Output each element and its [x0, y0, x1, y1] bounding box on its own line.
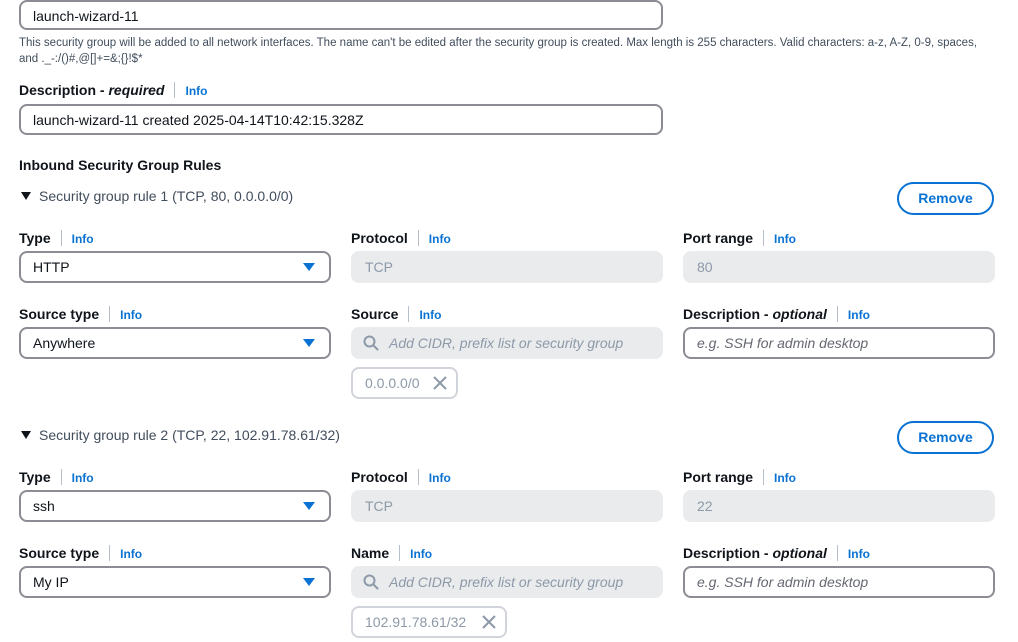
search-icon — [363, 574, 379, 590]
description-label-text: Description - — [19, 82, 109, 98]
description-input[interactable]: launch-wizard-11 created 2025-04-14T10:4… — [19, 104, 663, 135]
port-range-field: 22 — [683, 490, 995, 522]
source-type-select[interactable]: My IP — [19, 566, 331, 598]
divider — [417, 469, 419, 486]
divider — [408, 306, 410, 323]
caret-down-icon — [303, 339, 315, 347]
required-marker: required — [108, 82, 165, 98]
divider — [109, 545, 111, 562]
source-search-placeholder: Add CIDR, prefix list or security group — [389, 335, 624, 351]
info-link[interactable]: Info — [120, 547, 142, 561]
source-type-select-value: Anywhere — [33, 335, 96, 351]
type-select[interactable]: HTTP — [19, 251, 331, 283]
port-range-label-text: Port range — [683, 469, 754, 485]
search-icon — [363, 335, 379, 351]
info-link[interactable]: Info — [774, 471, 796, 485]
info-link[interactable]: Info — [774, 232, 796, 246]
rule-description-label-text: Description - — [683, 306, 773, 322]
source-type-label: Source type Info — [19, 544, 142, 563]
divider — [60, 469, 62, 486]
rule-description-label: Description - optional Info — [683, 544, 870, 563]
protocol-label-text: Protocol — [351, 469, 408, 485]
remove-rule-1-button[interactable]: Remove — [897, 182, 994, 215]
optional-marker: optional — [772, 306, 827, 322]
divider — [399, 545, 401, 562]
name-hint: This security group will be added to all… — [19, 37, 978, 65]
source-label-text: Source — [351, 306, 399, 322]
divider — [60, 230, 62, 247]
divider — [763, 469, 765, 486]
type-label-text: Type — [19, 469, 51, 485]
source-type-label: Source type Info — [19, 305, 142, 324]
info-link[interactable]: Info — [419, 308, 441, 322]
source-search-input[interactable]: Add CIDR, prefix list or security group — [351, 327, 663, 359]
name-label-text: Name — [351, 545, 390, 561]
close-icon[interactable] — [481, 614, 497, 630]
divider — [174, 82, 176, 99]
rule-description-input[interactable]: e.g. SSH for admin desktop — [683, 327, 995, 359]
type-label: Type Info — [19, 468, 94, 487]
info-link[interactable]: Info — [72, 232, 94, 246]
source-token-label: 0.0.0.0/0 — [365, 375, 420, 391]
source-token-label: 102.91.78.61/32 — [365, 614, 467, 630]
name-label: Name Info — [351, 544, 432, 563]
caret-down-icon — [303, 263, 315, 271]
protocol-label: Protocol Info — [351, 468, 451, 487]
source-type-select-value: My IP — [33, 574, 69, 590]
type-select-value: HTTP — [33, 259, 70, 275]
rule-1-title: Security group rule 1 (TCP, 80, 0.0.0.0/… — [39, 188, 294, 204]
protocol-field: TCP — [351, 490, 663, 522]
source-type-select[interactable]: Anywhere — [19, 327, 331, 359]
security-group-name-input[interactable]: launch-wizard-11 — [19, 0, 663, 30]
optional-marker: optional — [772, 545, 827, 561]
caret-down-icon — [303, 578, 315, 586]
type-select-value: ssh — [33, 498, 55, 514]
port-range-field: 80 — [683, 251, 995, 283]
rule-description-label: Description - optional Info — [683, 305, 870, 324]
remove-rule-2-button[interactable]: Remove — [897, 421, 994, 454]
type-label-text: Type — [19, 230, 51, 246]
type-label: Type Info — [19, 229, 94, 248]
rule-2-title: Security group rule 2 (TCP, 22, 102.91.7… — [39, 427, 340, 443]
divider — [763, 230, 765, 247]
divider — [109, 306, 111, 323]
divider — [417, 230, 419, 247]
rule-description-input[interactable]: e.g. SSH for admin desktop — [683, 566, 995, 598]
source-type-label-text: Source type — [19, 545, 100, 561]
close-icon[interactable] — [432, 375, 448, 391]
info-link[interactable]: Info — [848, 547, 870, 561]
inbound-rules-heading: Inbound Security Group Rules — [19, 157, 222, 173]
info-link[interactable]: Info — [185, 84, 207, 98]
source-token: 102.91.78.61/32 — [351, 606, 507, 638]
source-type-label-text: Source type — [19, 306, 100, 322]
info-link[interactable]: Info — [120, 308, 142, 322]
port-range-label-text: Port range — [683, 230, 754, 246]
source-label: Source Info — [351, 305, 441, 324]
port-range-label: Port range Info — [683, 468, 796, 487]
info-link[interactable]: Info — [72, 471, 94, 485]
type-select[interactable]: ssh — [19, 490, 331, 522]
source-search-placeholder: Add CIDR, prefix list or security group — [389, 574, 624, 590]
caret-down-icon — [303, 502, 315, 510]
divider — [836, 306, 838, 323]
rule-1-toggle[interactable]: Security group rule 1 (TCP, 80, 0.0.0.0/… — [21, 187, 293, 205]
info-link[interactable]: Info — [429, 232, 451, 246]
protocol-label: Protocol Info — [351, 229, 451, 248]
info-link[interactable]: Info — [429, 471, 451, 485]
source-search-input[interactable]: Add CIDR, prefix list or security group — [351, 566, 663, 598]
rule-description-label-text: Description - — [683, 545, 773, 561]
info-link[interactable]: Info — [410, 547, 432, 561]
rule-2-toggle[interactable]: Security group rule 2 (TCP, 22, 102.91.7… — [21, 426, 340, 444]
expand-triangle-icon — [21, 430, 31, 439]
port-range-label: Port range Info — [683, 229, 796, 248]
protocol-label-text: Protocol — [351, 230, 408, 246]
protocol-field: TCP — [351, 251, 663, 283]
description-label: Description - required Info — [19, 81, 207, 100]
info-link[interactable]: Info — [848, 308, 870, 322]
source-token: 0.0.0.0/0 — [351, 367, 458, 399]
expand-triangle-icon — [21, 191, 31, 200]
divider — [836, 545, 838, 562]
